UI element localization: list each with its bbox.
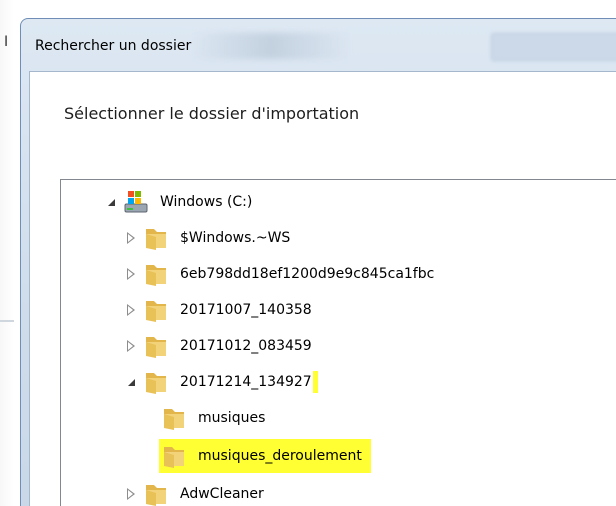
dialog-title-bar[interactable]: Rechercher un dossier bbox=[21, 19, 616, 71]
folder-icon bbox=[146, 229, 166, 250]
collapse-toggle-icon[interactable] bbox=[125, 268, 137, 280]
tree-item-label: 6eb798dd18ef1200d9e9c845ca1fbc bbox=[180, 266, 435, 282]
folder-icon bbox=[146, 301, 166, 322]
folder-tree-view[interactable]: Windows (C:) $Windows.~WS 6eb798dd18ef12… bbox=[60, 179, 616, 506]
tree-item-label: Windows (C:) bbox=[160, 194, 253, 210]
blurred-title-control bbox=[491, 33, 616, 61]
tree-item-label: 20171214_134927 bbox=[180, 374, 312, 390]
tree-item-20171214[interactable]: 20171214_134927 bbox=[61, 364, 616, 400]
dialog-client-area: Sélectionner le dossier d'importation Wi… bbox=[29, 71, 616, 506]
folder-icon bbox=[164, 409, 184, 430]
collapse-toggle-icon[interactable] bbox=[125, 340, 137, 352]
folder-icon bbox=[146, 265, 166, 286]
background-window: I bbox=[0, 0, 14, 506]
expand-toggle-icon[interactable] bbox=[125, 376, 137, 388]
yellow-highlight: musiques_deroulement bbox=[159, 439, 371, 473]
tree-item-adwcleaner[interactable]: AdwCleaner bbox=[61, 476, 616, 506]
tree-item-20171007[interactable]: 20171007_140358 bbox=[61, 292, 616, 328]
tree-item-windows-drive[interactable]: Windows (C:) bbox=[61, 184, 616, 220]
dialog-title: Rechercher un dossier bbox=[35, 38, 192, 54]
collapse-toggle-icon[interactable] bbox=[125, 488, 137, 500]
tree-item-windows-ws[interactable]: $Windows.~WS bbox=[61, 220, 616, 256]
folder-icon bbox=[146, 373, 166, 394]
expand-toggle-icon[interactable] bbox=[105, 196, 117, 208]
folder-icon bbox=[146, 337, 166, 358]
tree-item-label: musiques bbox=[198, 410, 266, 426]
dialog-instruction: Sélectionner le dossier d'importation bbox=[64, 104, 360, 123]
folder-icon bbox=[164, 447, 184, 468]
windows-drive-icon bbox=[124, 191, 148, 213]
tree-item-label: musiques_deroulement bbox=[198, 448, 362, 464]
tree-item-label: AdwCleaner bbox=[180, 486, 264, 502]
background-window-divider bbox=[0, 320, 14, 322]
browse-folder-dialog: Rechercher un dossier Sélectionner le do… bbox=[20, 18, 616, 506]
tree-item-label: $Windows.~WS bbox=[180, 230, 291, 246]
collapse-toggle-icon[interactable] bbox=[125, 304, 137, 316]
tree-item-6eb798[interactable]: 6eb798dd18ef1200d9e9c845ca1fbc bbox=[61, 256, 616, 292]
blurred-title-area bbox=[191, 33, 351, 59]
folder-icon bbox=[146, 485, 166, 506]
screenshot-stage: I Rechercher un dossier Sélectionner le … bbox=[0, 0, 616, 506]
tree-item-label: 20171012_083459 bbox=[180, 338, 312, 354]
tree-item-musiques[interactable]: musiques bbox=[61, 400, 616, 436]
background-window-title-fragment: I bbox=[4, 34, 9, 50]
highlight-marker bbox=[312, 371, 318, 393]
tree-item-musiques-deroulement[interactable]: musiques_deroulement bbox=[61, 438, 616, 474]
tree-item-20171012[interactable]: 20171012_083459 bbox=[61, 328, 616, 364]
tree-item-label: 20171007_140358 bbox=[180, 302, 312, 318]
collapse-toggle-icon[interactable] bbox=[125, 232, 137, 244]
